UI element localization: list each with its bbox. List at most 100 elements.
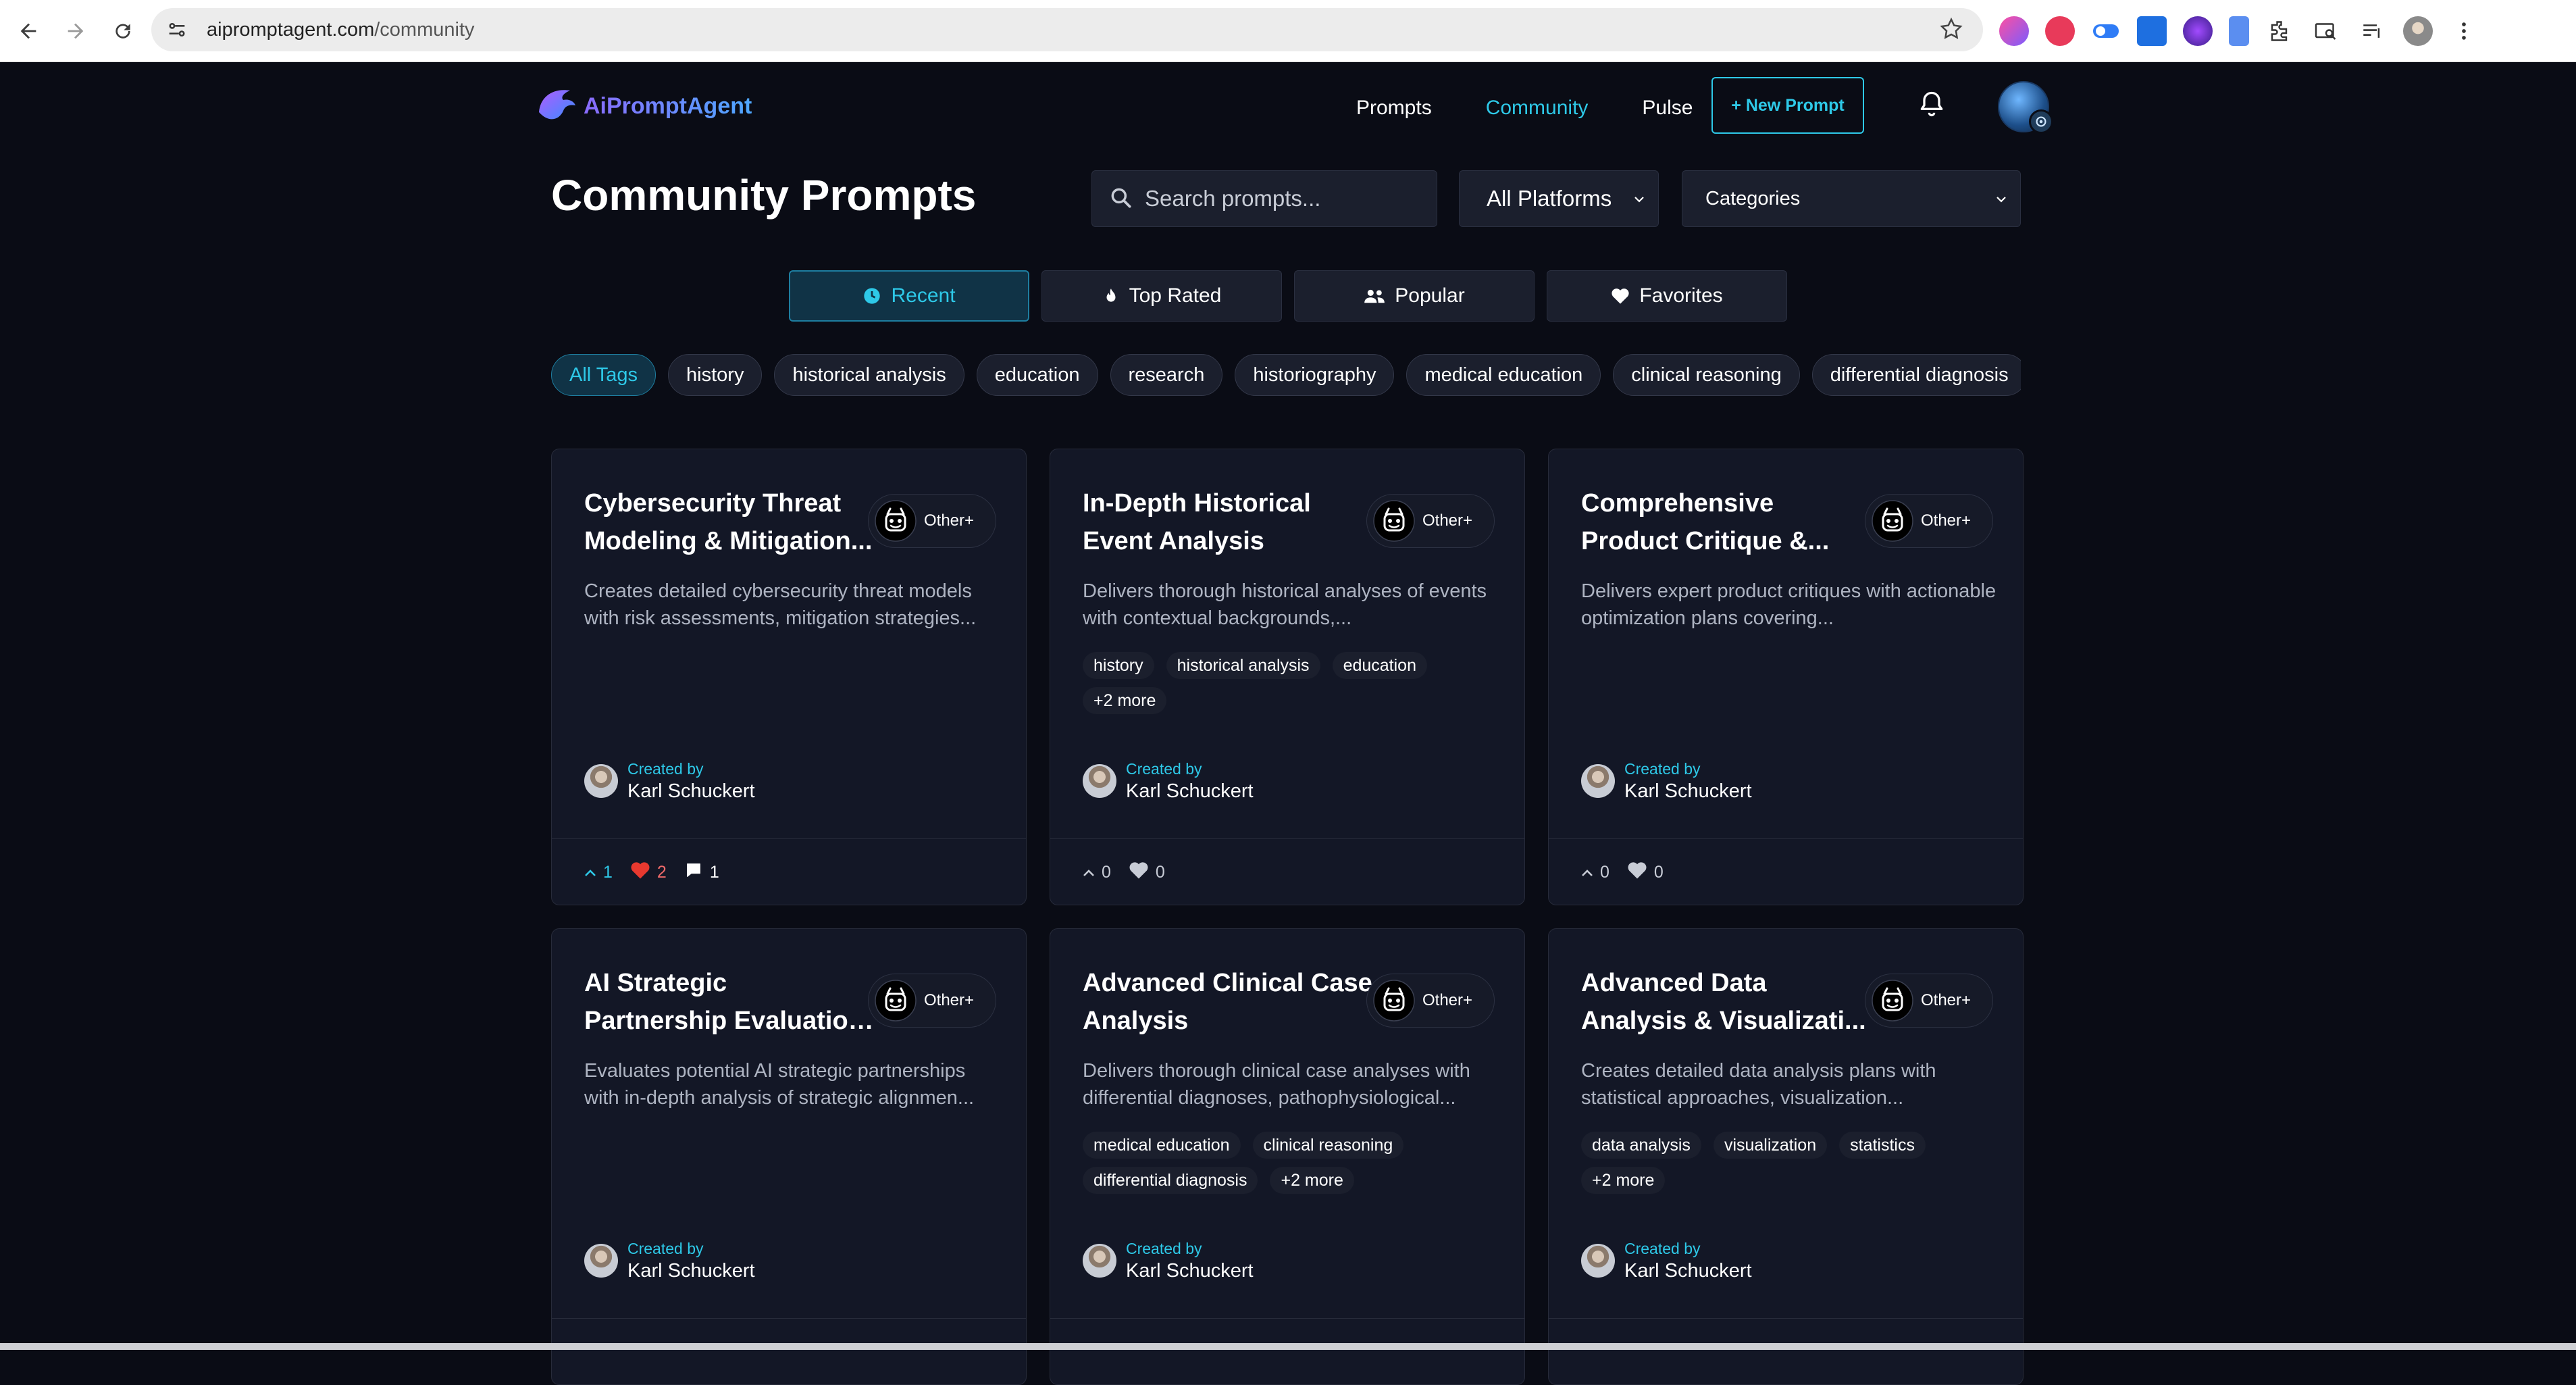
notification-bell-icon[interactable] (1917, 89, 1949, 122)
card-description: Creates detailed data analysis plans wit… (1581, 1060, 1936, 1109)
nav-community[interactable]: Community (1486, 86, 1589, 130)
created-by-label: Created by (627, 1240, 704, 1257)
card-title[interactable]: Advanced Data Analysis & Visualizati... (1581, 964, 1872, 1040)
chevron-up-icon (1581, 863, 1600, 882)
settings-badge-icon[interactable] (2029, 109, 2053, 134)
robot-icon (875, 500, 917, 542)
card-tag[interactable]: data analysis (1581, 1132, 1701, 1159)
tag-all-tags[interactable]: All Tags (551, 354, 656, 396)
card-title[interactable]: AI Strategic Partnership Evaluation Fram… (584, 964, 875, 1040)
tag-medical-education[interactable]: medical education (1406, 354, 1601, 396)
brand-logo[interactable]: AiPromptAgent (534, 82, 752, 130)
card-tag[interactable]: education (1332, 652, 1427, 679)
filter-popular[interactable]: Popular (1294, 270, 1535, 322)
card-tag[interactable]: +2 more (1581, 1167, 1666, 1194)
new-prompt-button[interactable]: + New Prompt (1711, 77, 1864, 134)
filter-favorites[interactable]: Favorites (1547, 270, 1787, 322)
card-title[interactable]: Advanced Clinical Case Analysis (1083, 964, 1373, 1040)
tag-differential-diagnosis[interactable]: differential diagnosis (1811, 354, 2021, 396)
card-tag[interactable]: history (1083, 652, 1154, 679)
creator-name: Karl Schuckert (1126, 780, 1254, 802)
card-tags: medical education clinical reasoning diffe… (1083, 1132, 1461, 1194)
prompt-card[interactable]: AI Strategic Partnership Evaluation Fram… (551, 928, 1027, 1385)
prompt-card[interactable]: Cybersecurity Threat Modeling & Mitigati… (551, 449, 1027, 905)
card-title[interactable]: In-Depth Historical Event Analysis (1083, 484, 1373, 560)
forward-arrow-icon[interactable] (57, 12, 95, 50)
like-button[interactable]: 2 (630, 861, 667, 884)
card-description: Creates detailed cybersecurity threat mo… (584, 580, 977, 629)
comment-button[interactable]: 1 (684, 861, 719, 884)
bookmark-star-icon[interactable] (1938, 16, 1964, 45)
upvote-button[interactable]: 1 (584, 863, 613, 882)
creator-info[interactable]: Created by Karl Schuckert (1083, 759, 1254, 803)
card-title[interactable]: Cybersecurity Threat Modeling & Mitigati… (584, 484, 875, 560)
filter-recent[interactable]: Recent (789, 270, 1029, 322)
card-stats (552, 1318, 1026, 1384)
creator-info[interactable]: Created by Karl Schuckert (1581, 759, 1752, 803)
address-bar[interactable]: aipromptagent.com/community (151, 8, 1983, 51)
profile-avatar-icon[interactable] (2403, 16, 2433, 46)
platform-badge: Other+ (1865, 974, 1993, 1028)
extension-icon[interactable] (1999, 16, 2029, 46)
kebab-menu-icon[interactable] (2449, 16, 2479, 46)
filter-top-rated[interactable]: Top Rated (1041, 270, 1282, 322)
created-by-label: Created by (627, 760, 704, 778)
nav-prompts[interactable]: Prompts (1356, 86, 1432, 130)
category-select-value: Categories (1705, 187, 1801, 209)
creator-info[interactable]: Created by Karl Schuckert (584, 1238, 755, 1283)
reload-icon[interactable] (104, 12, 142, 50)
card-tag[interactable]: clinical reasoning (1252, 1132, 1404, 1159)
extension-icon[interactable] (2183, 16, 2213, 46)
category-select[interactable]: Categories (1682, 170, 2021, 227)
created-by-label: Created by (1624, 760, 1701, 778)
tab-search-icon[interactable] (2311, 16, 2341, 46)
card-tag[interactable]: +2 more (1083, 687, 1167, 714)
like-count: 2 (656, 863, 667, 882)
upvote-button[interactable]: 0 (1581, 863, 1609, 882)
tag-history[interactable]: history (668, 354, 763, 396)
extension-icon[interactable] (2229, 16, 2249, 46)
nav-pulse[interactable]: Pulse (1642, 86, 1693, 130)
prompt-card[interactable]: Advanced Data Analysis & Visualizati... … (1548, 928, 2024, 1385)
site-settings-icon[interactable] (163, 16, 190, 43)
platform-select[interactable]: All Platforms (1459, 170, 1659, 227)
search-box[interactable] (1091, 170, 1437, 227)
card-title[interactable]: Comprehensive Product Critique &... (1581, 484, 1872, 560)
back-arrow-icon[interactable] (9, 12, 47, 50)
card-description: Evaluates potential AI strategic partner… (584, 1060, 975, 1109)
heart-icon (1612, 288, 1629, 304)
card-tag[interactable]: historical analysis (1166, 652, 1320, 679)
tag-education[interactable]: education (976, 354, 1098, 396)
card-tag[interactable]: medical education (1083, 1132, 1241, 1159)
card-tag[interactable]: +2 more (1270, 1167, 1354, 1194)
creator-info[interactable]: Created by Karl Schuckert (584, 759, 755, 803)
tag-clinical-reasoning[interactable]: clinical reasoning (1613, 354, 1800, 396)
prompt-card[interactable]: Advanced Clinical Case Analysis Other+ D… (1050, 928, 1525, 1385)
creator-avatar (1581, 1244, 1615, 1278)
card-tag[interactable]: visualization (1713, 1132, 1828, 1159)
browser-toolbar: aipromptagent.com/community (0, 0, 2576, 62)
prompt-card[interactable]: Comprehensive Product Critique &... Othe… (1548, 449, 2024, 905)
platform-label: Other+ (924, 511, 975, 530)
prompt-card[interactable]: In-Depth Historical Event Analysis Other… (1050, 449, 1525, 905)
search-input[interactable] (1145, 186, 1428, 211)
toggle-extension-icon[interactable] (2091, 16, 2121, 46)
like-button[interactable]: 0 (1129, 861, 1165, 884)
creator-name: Karl Schuckert (1624, 780, 1752, 802)
creator-info[interactable]: Created by Karl Schuckert (1083, 1238, 1254, 1283)
tag-historiography[interactable]: historiography (1235, 354, 1395, 396)
tag-research[interactable]: research (1110, 354, 1223, 396)
card-tag[interactable]: differential diagnosis (1083, 1167, 1258, 1194)
extension-icon[interactable] (2045, 16, 2075, 46)
tag-historical-analysis[interactable]: historical analysis (774, 354, 964, 396)
creator-info[interactable]: Created by Karl Schuckert (1581, 1238, 1752, 1283)
reading-list-icon[interactable] (2357, 16, 2387, 46)
upvote-button[interactable]: 0 (1083, 863, 1111, 882)
puzzle-extensions-icon[interactable] (2265, 16, 2295, 46)
extension-icon[interactable] (2137, 16, 2167, 46)
creator-name: Karl Schuckert (1126, 1260, 1254, 1282)
card-tags: history historical analysis education +2 mo… (1083, 652, 1461, 714)
card-tag[interactable]: statistics (1839, 1132, 1926, 1159)
like-button[interactable]: 0 (1627, 861, 1664, 884)
heart-icon (630, 861, 657, 884)
